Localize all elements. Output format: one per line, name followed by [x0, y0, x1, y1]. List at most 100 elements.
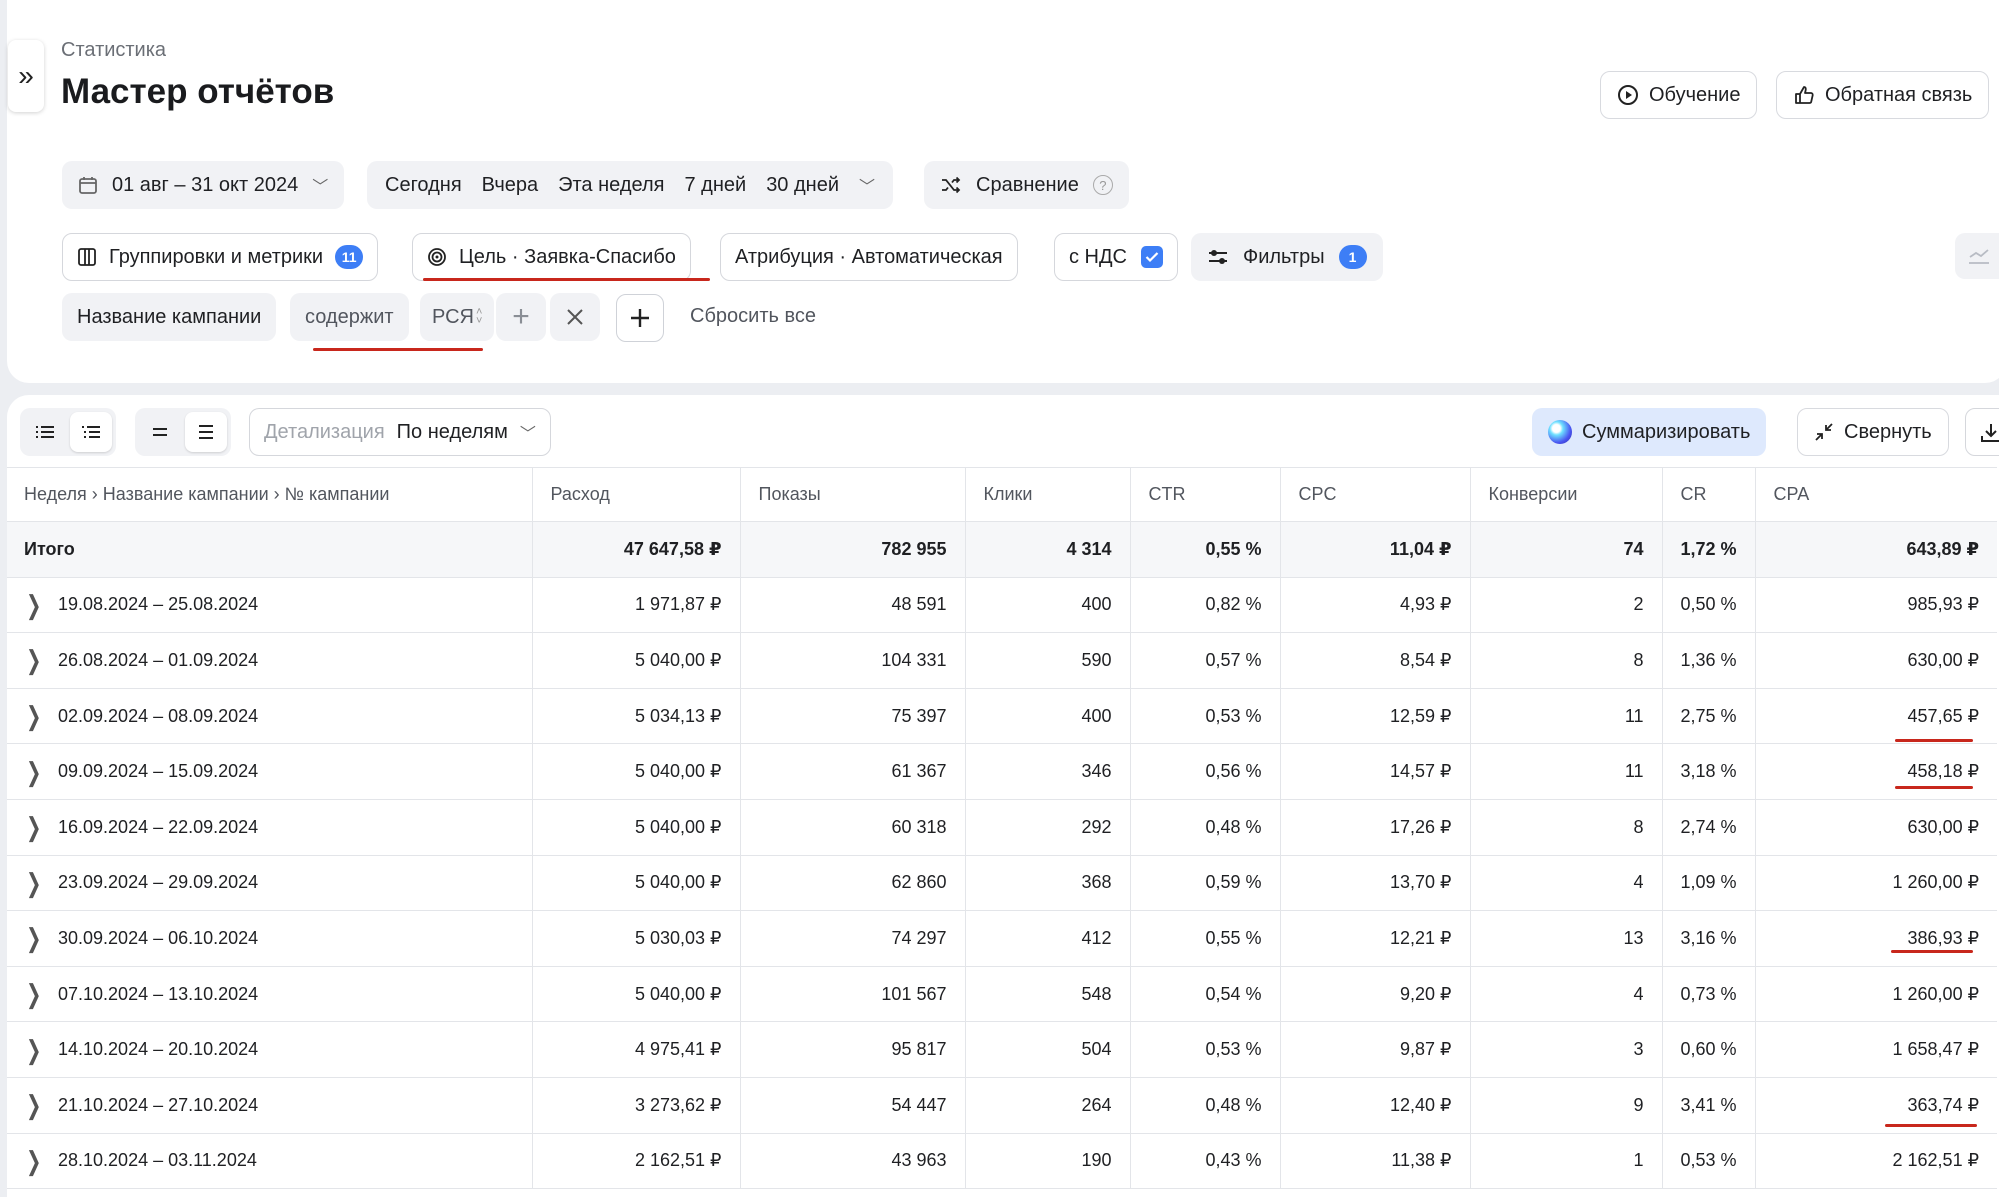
- table-row[interactable]: ❯ 30.09.2024 – 06.10.2024 5 030,03 ₽74 297…: [7, 910, 1998, 967]
- table-row[interactable]: ❯ 14.10.2024 – 20.10.2024 4 975,41 ₽95 817…: [7, 1021, 1998, 1078]
- groupings-metrics-button[interactable]: Группировки и метрики 11: [62, 233, 379, 281]
- add-filter-button[interactable]: [616, 294, 664, 342]
- cell-cr: 0,73 %: [1661, 966, 1756, 1023]
- column-header-impressions[interactable]: Показы: [739, 467, 965, 522]
- cell-impressions: 43 963: [739, 1133, 965, 1190]
- table-row[interactable]: ❯ 07.10.2024 – 13.10.2024 5 040,00 ₽101 56…: [7, 966, 1998, 1023]
- chevron-right-icon[interactable]: ❯: [26, 592, 41, 618]
- filters-button[interactable]: Фильтры 1: [1191, 233, 1383, 281]
- cell-impressions: 54 447: [739, 1077, 965, 1134]
- table-row[interactable]: ❯ 26.08.2024 – 01.09.2024 5 040,00 ₽104 33…: [7, 632, 1998, 689]
- download-button[interactable]: [1965, 408, 1999, 456]
- add-value-button[interactable]: +: [496, 293, 546, 341]
- cell-spend: 5 030,03 ₽: [531, 910, 740, 967]
- cell-cpc: 11,38 ₽: [1279, 1133, 1470, 1190]
- indented-list-icon: [82, 426, 100, 438]
- column-header-ctr[interactable]: CTR: [1129, 467, 1280, 522]
- cell-ctr: 0,57 %: [1129, 632, 1280, 689]
- cell-impressions: 62 860: [739, 855, 965, 912]
- chevron-right-icon[interactable]: ❯: [26, 981, 41, 1007]
- filters-count-badge: 1: [1338, 245, 1367, 269]
- vat-toggle[interactable]: с НДС: [1054, 233, 1178, 281]
- column-header-cr[interactable]: CR: [1661, 467, 1756, 522]
- cell-cr: 2,74 %: [1661, 799, 1756, 856]
- column-header-conversions[interactable]: Конверсии: [1469, 467, 1662, 522]
- chevron-right-icon[interactable]: ❯: [26, 1092, 41, 1118]
- cell-cr: 3,16 %: [1661, 910, 1756, 967]
- attribution-selector[interactable]: Атрибуция · Автоматическая: [720, 233, 1018, 281]
- period-30-days[interactable]: 30 дней: [756, 174, 849, 197]
- chevron-right-icon[interactable]: ❯: [26, 1037, 41, 1063]
- regular-density-button[interactable]: [185, 412, 227, 452]
- comparison-button[interactable]: Сравнение ?: [924, 161, 1129, 209]
- period-7-days[interactable]: 7 дней: [674, 174, 756, 197]
- cell-cpc: 4,93 ₽: [1279, 577, 1470, 634]
- expand-sidebar-button[interactable]: »: [8, 40, 44, 112]
- summarize-button[interactable]: Суммаризировать: [1532, 408, 1767, 456]
- total-cell-clicks: 4 314: [964, 521, 1130, 578]
- filter-operator-chip[interactable]: содержит: [290, 293, 409, 341]
- table-row[interactable]: ❯ 09.09.2024 – 15.09.2024 5 040,00 ₽61 367…: [7, 743, 1998, 800]
- cell-conversions: 8: [1469, 632, 1662, 689]
- chevron-down-icon: ﹀: [519, 426, 536, 443]
- reset-all-link[interactable]: Сбросить все: [690, 305, 816, 328]
- period-this-week[interactable]: Эта неделя: [548, 174, 674, 197]
- help-circle-icon[interactable]: ?: [1092, 175, 1113, 195]
- chevron-right-icon[interactable]: ❯: [26, 1148, 41, 1174]
- equals-icon: [153, 428, 167, 436]
- cell-grouping: ❯ 21.10.2024 – 27.10.2024: [7, 1077, 532, 1134]
- breadcrumb[interactable]: Статистика: [61, 39, 166, 62]
- cell-conversions: 2: [1469, 577, 1662, 634]
- cell-cpa: 1 260,00 ₽: [1754, 966, 1998, 1023]
- cell-cpa: 1 260,00 ₽: [1754, 855, 1998, 912]
- period-yesterday[interactable]: Вчера: [472, 174, 548, 197]
- chevron-down-icon[interactable]: ﹀: [849, 173, 885, 197]
- filter-field-chip[interactable]: Название кампании: [62, 293, 277, 341]
- period-today[interactable]: Сегодня: [375, 174, 472, 197]
- view-mode-toggle: [20, 408, 116, 456]
- remove-filter-button[interactable]: [550, 293, 600, 341]
- checkbox-checked-icon[interactable]: [1141, 246, 1163, 268]
- table-row[interactable]: ❯ 21.10.2024 – 27.10.2024 3 273,62 ₽54 447…: [7, 1077, 1998, 1134]
- column-header-cpa[interactable]: CPA: [1754, 467, 1998, 522]
- cell-spend: 5 040,00 ₽: [531, 743, 740, 800]
- column-header-cpc[interactable]: CPC: [1279, 467, 1470, 522]
- chevron-right-icon[interactable]: ❯: [26, 870, 41, 896]
- chevron-right-icon[interactable]: ❯: [26, 814, 41, 840]
- chart-toggle-button[interactable]: [1955, 233, 1999, 279]
- collapse-button[interactable]: Свернуть: [1797, 408, 1949, 456]
- date-range-picker[interactable]: 01 авг – 31 окт 2024 ﹀: [62, 161, 345, 209]
- week-label: 14.10.2024 – 20.10.2024: [58, 1039, 259, 1060]
- column-header-grouping[interactable]: Неделя › Название кампании › № кампании: [7, 467, 532, 522]
- annotation-underline: [1891, 950, 1973, 953]
- week-label: 16.09.2024 – 22.09.2024: [58, 816, 259, 837]
- feedback-button[interactable]: Обратная связь: [1776, 71, 1990, 119]
- chevron-right-icon[interactable]: ❯: [26, 925, 41, 951]
- table-row[interactable]: ❯ 23.09.2024 – 29.09.2024 5 040,00 ₽62 860…: [7, 855, 1998, 912]
- cell-clicks: 190: [964, 1133, 1130, 1190]
- detail-select[interactable]: Детализация По неделям ﹀: [249, 408, 551, 456]
- table-row[interactable]: ❯ 19.08.2024 – 25.08.2024 1 971,87 ₽48 591…: [7, 577, 1998, 634]
- cell-impressions: 75 397: [739, 688, 965, 745]
- table-header-row: Неделя › Название кампании › № кампании Р…: [7, 467, 1998, 522]
- goal-selector[interactable]: Цель · Заявка-Спасибо: [412, 233, 691, 281]
- tree-view-button[interactable]: [70, 412, 112, 452]
- learning-button[interactable]: Обучение: [1600, 71, 1758, 119]
- cell-ctr: 0,54 %: [1129, 966, 1280, 1023]
- chevron-right-icon[interactable]: ❯: [26, 759, 41, 785]
- list-view-button[interactable]: [24, 412, 66, 452]
- table-row[interactable]: ❯ 02.09.2024 – 08.09.2024 5 034,13 ₽75 397…: [7, 688, 1998, 745]
- chevron-right-icon[interactable]: ❯: [26, 703, 41, 729]
- annotation-underline: [1895, 786, 1973, 789]
- columns-icon: [78, 248, 96, 266]
- chart-icon: [1969, 249, 1989, 264]
- column-header-spend[interactable]: Расход: [531, 467, 740, 522]
- table-row[interactable]: ❯ 16.09.2024 – 22.09.2024 5 040,00 ₽60 318…: [7, 799, 1998, 856]
- cell-conversions: 13: [1469, 910, 1662, 967]
- cell-cpa: 630,00 ₽: [1754, 799, 1998, 856]
- chevron-right-icon[interactable]: ❯: [26, 647, 41, 673]
- table-row[interactable]: ❯ 28.10.2024 – 03.11.2024 2 162,51 ₽43 963…: [7, 1133, 1998, 1190]
- column-header-clicks[interactable]: Клики: [964, 467, 1130, 522]
- filter-value-chip[interactable]: РСЯ ˄ ˅: [420, 293, 495, 341]
- compact-density-button[interactable]: [139, 412, 181, 452]
